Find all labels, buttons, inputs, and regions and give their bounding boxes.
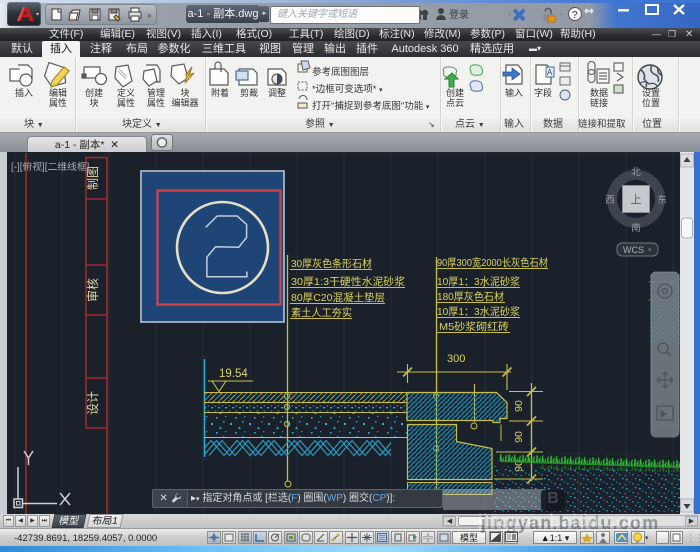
svg-text:90: 90	[513, 431, 525, 443]
svg-text:10厚1：3水泥砂浆: 10厚1：3水泥砂浆	[437, 305, 520, 318]
svg-text:东: 东	[657, 194, 667, 206]
svg-text:登录: 登录	[449, 8, 469, 21]
svg-text:审核: 审核	[85, 278, 100, 302]
svg-text:90厚300宽2000长灰色石材: 90厚300宽2000长灰色石材	[437, 256, 548, 269]
svg-text:90: 90	[513, 400, 525, 412]
svg-text:▾: ▾	[648, 247, 652, 254]
svg-text:·: ·	[560, 9, 563, 19]
svg-text:80厚C20混凝土垫层: 80厚C20混凝土垫层	[291, 291, 385, 304]
svg-text:北: 北	[631, 167, 641, 178]
svg-text:西: 西	[605, 195, 615, 206]
svg-text:30厚灰色条形石材: 30厚灰色条形石材	[291, 257, 372, 270]
svg-text:A: A	[547, 68, 553, 77]
svg-text:»: »	[147, 11, 152, 20]
svg-text:180厚灰色石材: 180厚灰色石材	[437, 290, 504, 303]
svg-text:素土人工夯实: 素土人工夯实	[291, 306, 352, 319]
svg-text:[-][俯视][二维线框]: [-][俯视][二维线框]	[11, 160, 90, 173]
svg-text:300: 300	[447, 353, 465, 365]
svg-text:10厚1：3水泥砂浆: 10厚1：3水泥砂浆	[437, 275, 520, 288]
svg-text:WCS: WCS	[623, 245, 644, 255]
svg-text:上: 上	[631, 193, 642, 206]
svg-text:30厚1:3干硬性水泥砂浆: 30厚1:3干硬性水泥砂浆	[291, 275, 406, 288]
svg-text:南: 南	[631, 222, 641, 234]
svg-text:设计: 设计	[86, 391, 100, 415]
svg-text:19.54: 19.54	[219, 368, 248, 380]
svg-text:?: ?	[572, 10, 578, 21]
svg-text:M5砂浆砌红砖: M5砂浆砌红砖	[439, 320, 510, 333]
svg-text:·: ·	[508, 9, 511, 19]
